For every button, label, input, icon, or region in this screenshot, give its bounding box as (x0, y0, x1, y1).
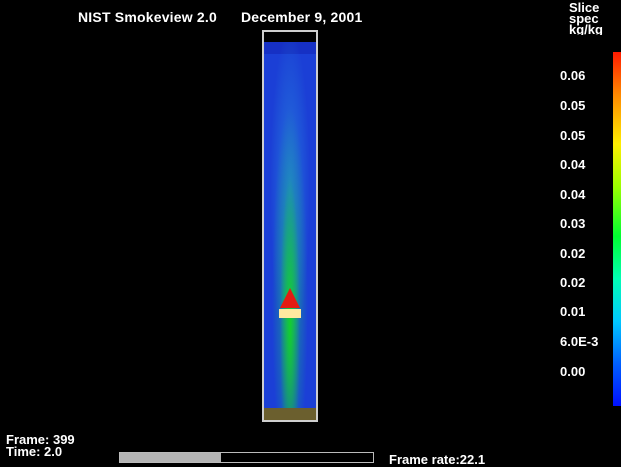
time-progress-fill (120, 453, 222, 462)
colorbar-tick: 0.01 (560, 304, 586, 319)
colorbar-tick: 0.04 (560, 157, 586, 172)
domain-floor (264, 408, 316, 420)
time-readout: Time: 2.0 (6, 444, 63, 459)
time-progress-bar[interactable] (119, 452, 374, 463)
app-date: December 9, 2001 (241, 9, 363, 25)
burner-block (279, 309, 301, 318)
colorbar-heading: Slice spec kg/kg (569, 2, 619, 35)
colorbar-tick: 6.0E-3 (560, 334, 599, 349)
colorbar-tick: 0.05 (560, 128, 586, 143)
colorbar-tick: 0.06 (560, 68, 586, 83)
window-title: NIST Smokeview 2.0 December 9, 2001 (78, 9, 363, 25)
colorbar-tick: 0.05 (560, 98, 586, 113)
app-title: NIST Smokeview 2.0 (78, 9, 217, 25)
smoke-plume (264, 42, 316, 408)
colorbar-tick: 0.00 (560, 364, 586, 379)
colorbar-tick: 0.04 (560, 187, 586, 202)
frame-rate-readout: Frame rate:22.1 (389, 452, 486, 467)
colorbar-heading-line: kg/kg (569, 22, 603, 35)
colorbar-tick: 0.02 (560, 275, 586, 290)
fire-icon (280, 288, 300, 308)
colorbar-tick: 0.02 (560, 246, 586, 261)
colorbar-tick: 0.03 (560, 216, 586, 231)
colorbar (613, 52, 621, 406)
species-slice-view[interactable] (264, 42, 316, 408)
